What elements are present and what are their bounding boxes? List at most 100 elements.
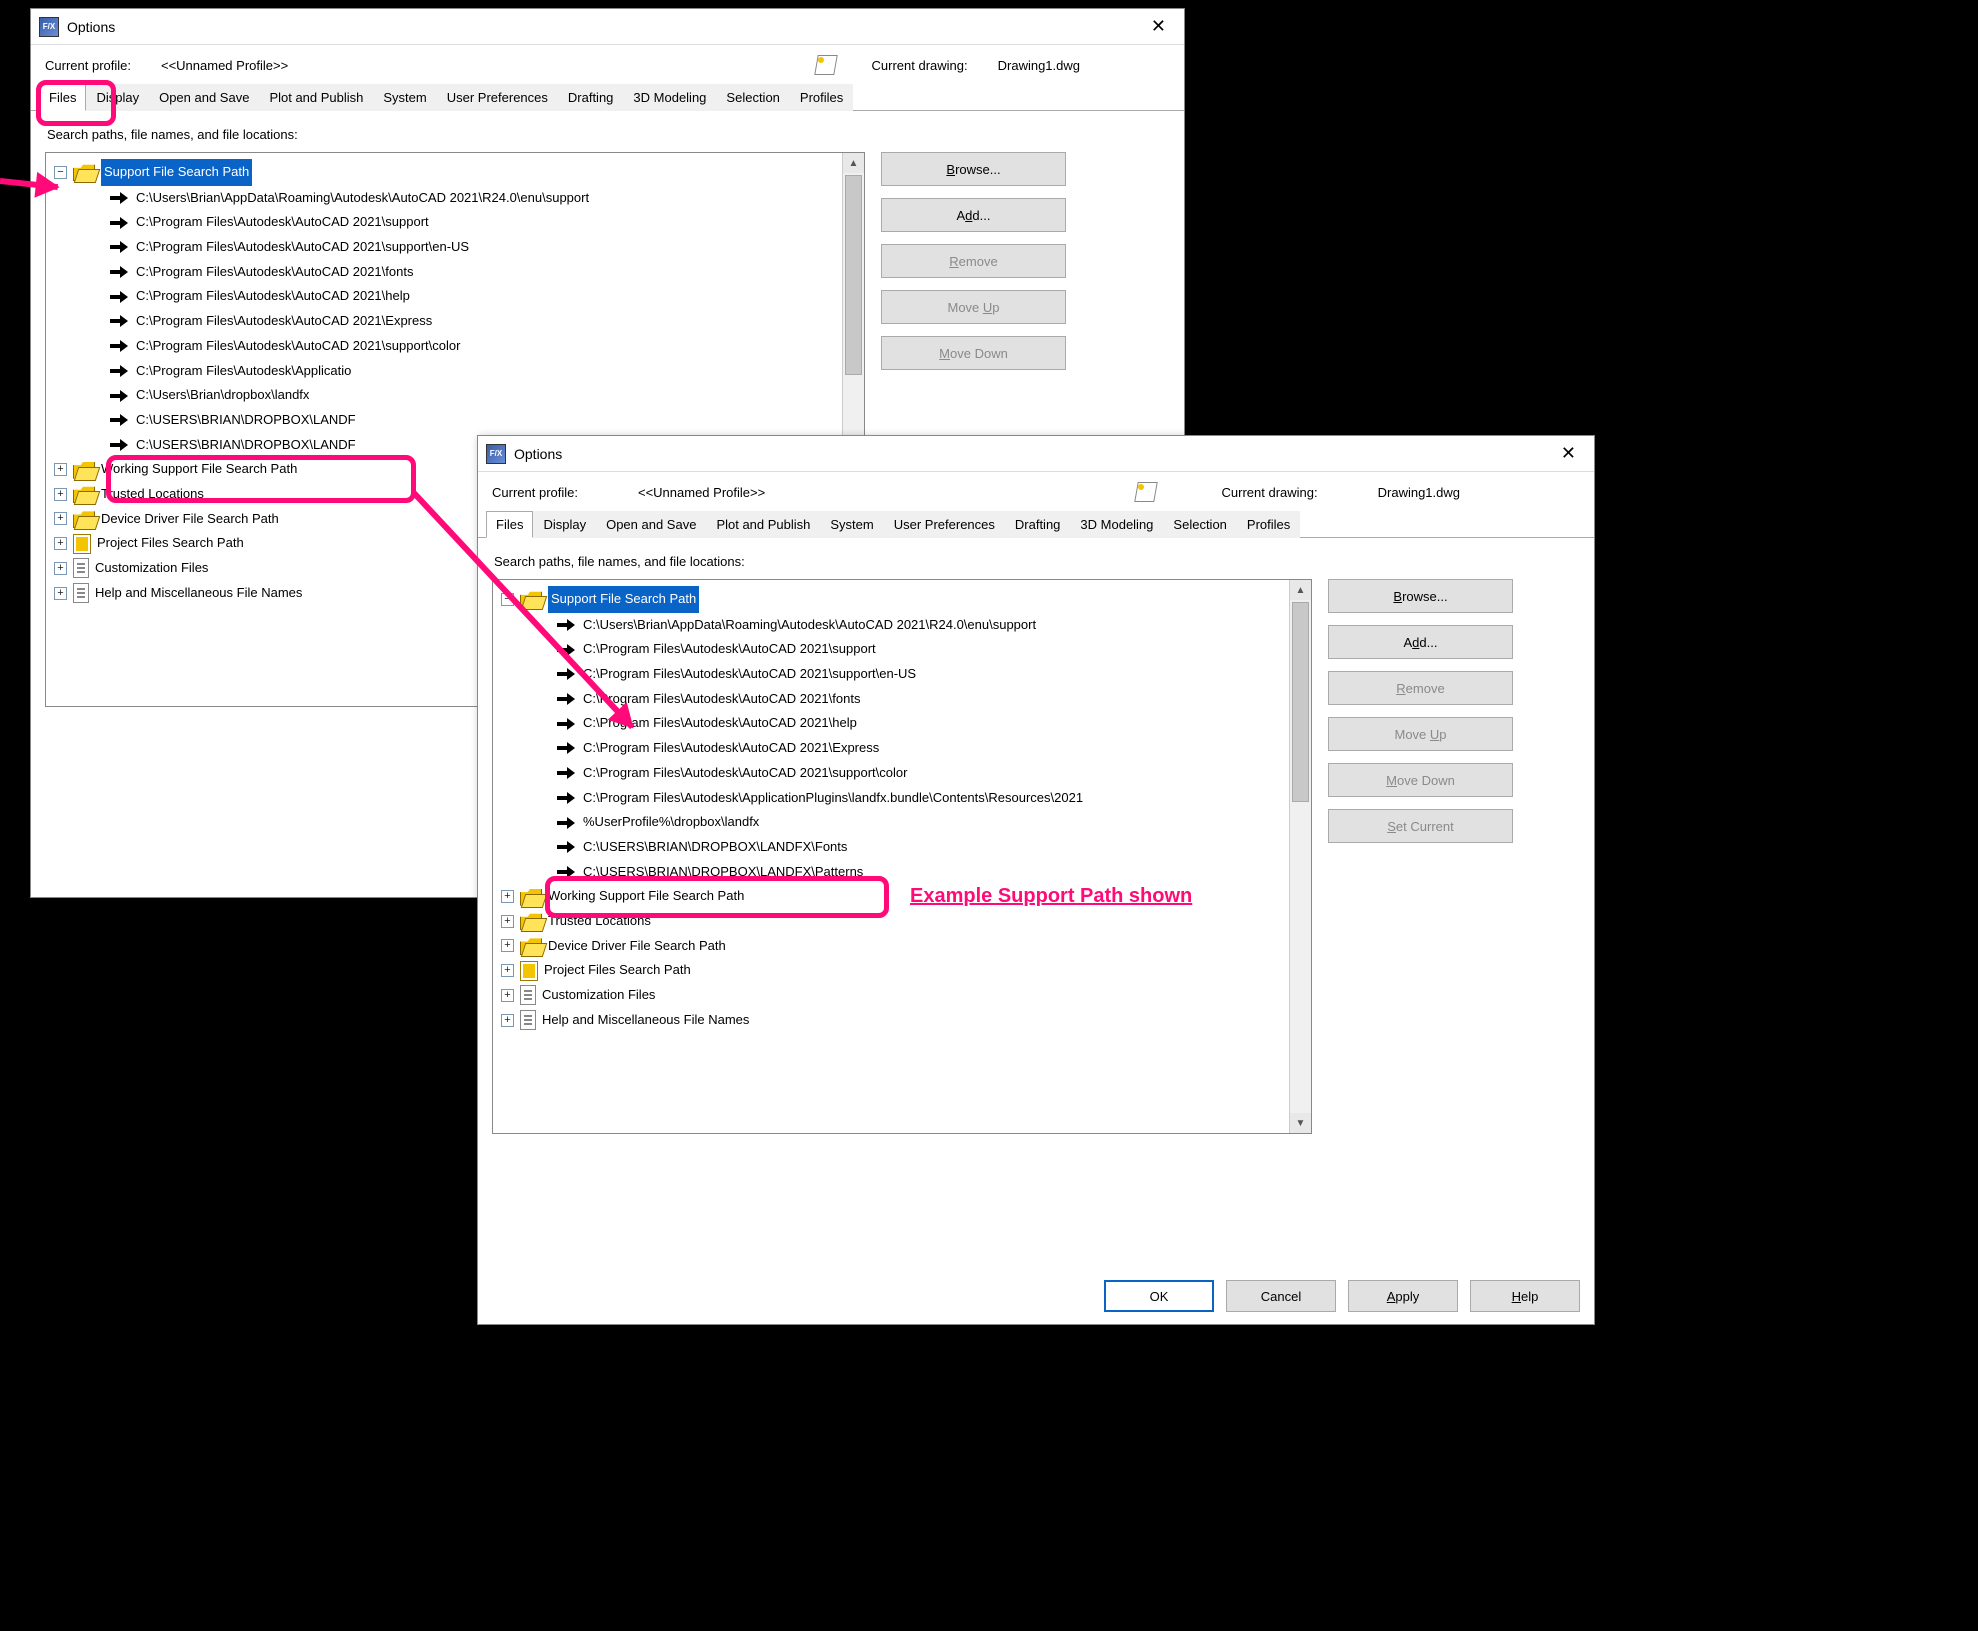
expand-icon[interactable]: + [54,512,67,525]
add-button[interactable]: Add... [1328,625,1513,659]
tree-node-label: C:\Program Files\Autodesk\ApplicationPlu… [583,786,1083,811]
tab-drafting[interactable]: Drafting [558,84,624,111]
tab-system[interactable]: System [373,84,436,111]
tree-node-sibling[interactable]: + Help and Miscellaneous File Names [497,1008,1285,1033]
tab-selection[interactable]: Selection [716,84,789,111]
tree-node-support-file-search-path[interactable]: − Support File Search Path [50,159,838,186]
remove-button[interactable]: Remove [881,244,1066,278]
expand-icon[interactable]: + [54,562,67,575]
browse-button[interactable]: Browse... [1328,579,1513,613]
tree-node-path[interactable]: C:\Users\Brian\dropbox\landfx [50,383,838,408]
drawing-icon [1136,482,1156,502]
expand-icon[interactable]: + [54,488,67,501]
tree-node-label: C:\Program Files\Autodesk\AutoCAD 2021\s… [136,210,429,235]
expand-icon[interactable]: + [501,1014,514,1027]
expand-icon[interactable]: + [54,463,67,476]
tree-node-path[interactable]: C:\Program Files\Autodesk\AutoCAD 2021\h… [50,284,838,309]
tree-node-path[interactable]: C:\Program Files\Autodesk\AutoCAD 2021\E… [497,736,1285,761]
path-icon [110,315,130,327]
tree-node-label: Help and Miscellaneous File Names [95,581,302,606]
tree-node-path[interactable]: C:\Program Files\Autodesk\AutoCAD 2021\f… [50,260,838,285]
tree-node-path[interactable]: C:\Program Files\Autodesk\AutoCAD 2021\s… [50,210,838,235]
tree-node-path[interactable]: C:\Program Files\Autodesk\AutoCAD 2021\s… [497,662,1285,687]
app-icon: F/X [39,17,59,37]
move-down-button[interactable]: Move Down [881,336,1066,370]
tab-display[interactable]: Display [533,511,596,538]
folder-icon [73,163,95,181]
tree-node-path[interactable]: C:\USERS\BRIAN\DROPBOX\LANDFX\Fonts [497,835,1285,860]
tab-display[interactable]: Display [86,84,149,111]
tree-node-sibling[interactable]: + Trusted Locations [497,909,1285,934]
tree-view[interactable]: − Support File Search Path C:\Users\Bria… [492,579,1312,1134]
tab-open-save[interactable]: Open and Save [596,511,706,538]
tab-profiles[interactable]: Profiles [790,84,853,111]
close-icon[interactable]: ✕ [1551,439,1586,468]
tab-user-prefs[interactable]: User Preferences [884,511,1005,538]
tree-node-path[interactable]: C:\Program Files\Autodesk\ApplicationPlu… [497,786,1285,811]
expand-icon[interactable]: + [54,587,67,600]
tree-node-sibling[interactable]: + Project Files Search Path [497,958,1285,983]
tab-3d[interactable]: 3D Modeling [623,84,716,111]
ok-button[interactable]: OK [1104,1280,1214,1312]
tab-user-prefs[interactable]: User Preferences [437,84,558,111]
tree-node-path[interactable]: C:\Program Files\Autodesk\Applicatio [50,359,838,384]
move-down-button[interactable]: Move Down [1328,763,1513,797]
browse-button[interactable]: Browse... [881,152,1066,186]
scrollbar[interactable]: ▲ ▼ [1289,580,1311,1133]
tree-node-sibling[interactable]: + Device Driver File Search Path [497,934,1285,959]
close-icon[interactable]: ✕ [1141,12,1176,41]
path-icon [110,439,130,451]
scroll-thumb[interactable] [845,175,862,375]
tree-node-path[interactable]: C:\Users\Brian\AppData\Roaming\Autodesk\… [497,613,1285,638]
titlebar[interactable]: F/X Options ✕ [478,436,1594,472]
tree-node-path[interactable]: C:\Users\Brian\AppData\Roaming\Autodesk\… [50,186,838,211]
path-icon [557,619,577,631]
expand-icon[interactable]: + [501,915,514,928]
tree-node-path[interactable]: %UserProfile%\dropbox\landfx [497,810,1285,835]
tree-node-path[interactable]: C:\Program Files\Autodesk\AutoCAD 2021\s… [497,761,1285,786]
tab-files[interactable]: Files [486,511,533,538]
cancel-button[interactable]: Cancel [1226,1280,1336,1312]
scroll-down-icon[interactable]: ▼ [1290,1113,1311,1133]
scroll-up-icon[interactable]: ▲ [843,153,864,173]
scroll-up-icon[interactable]: ▲ [1290,580,1311,600]
tree-node-support-file-search-path[interactable]: − Support File Search Path [497,586,1285,613]
tree-node-path[interactable]: C:\Program Files\Autodesk\AutoCAD 2021\s… [497,637,1285,662]
tree-node-label: C:\Program Files\Autodesk\AutoCAD 2021\f… [136,260,413,285]
titlebar[interactable]: F/X Options ✕ [31,9,1184,45]
tab-profiles[interactable]: Profiles [1237,511,1300,538]
tab-files[interactable]: Files [39,84,86,111]
scroll-thumb[interactable] [1292,602,1309,802]
tab-plot-publish[interactable]: Plot and Publish [706,511,820,538]
apply-button[interactable]: Apply [1348,1280,1458,1312]
move-up-button[interactable]: Move Up [1328,717,1513,751]
expand-icon[interactable]: + [501,890,514,903]
tree-node-path[interactable]: C:\USERS\BRIAN\DROPBOX\LANDFX\Patterns [497,860,1285,885]
help-button[interactable]: Help [1470,1280,1580,1312]
tab-3d[interactable]: 3D Modeling [1070,511,1163,538]
expand-icon[interactable]: + [501,964,514,977]
tab-selection[interactable]: Selection [1163,511,1236,538]
tab-open-save[interactable]: Open and Save [149,84,259,111]
folder-icon [73,485,95,503]
expand-icon[interactable]: + [501,989,514,1002]
tab-system[interactable]: System [820,511,883,538]
remove-button[interactable]: Remove [1328,671,1513,705]
tree-node-label: Project Files Search Path [544,958,691,983]
tree-node-path[interactable]: C:\Program Files\Autodesk\AutoCAD 2021\s… [50,334,838,359]
tab-plot-publish[interactable]: Plot and Publish [259,84,373,111]
tree-node-sibling[interactable]: + Customization Files [497,983,1285,1008]
expand-icon[interactable]: + [54,537,67,550]
set-current-button[interactable]: Set Current [1328,809,1513,843]
tabs: Files Display Open and Save Plot and Pub… [31,81,1184,111]
tree-node-path[interactable]: C:\Program Files\Autodesk\AutoCAD 2021\E… [50,309,838,334]
drawing-label: Current drawing: [1222,485,1318,500]
move-up-button[interactable]: Move Up [881,290,1066,324]
tree-node-label: C:\Users\Brian\AppData\Roaming\Autodesk\… [136,186,589,211]
tree-node-label: C:\Program Files\Autodesk\AutoCAD 2021\s… [136,235,469,260]
add-button[interactable]: Add... [881,198,1066,232]
tree-node-path[interactable]: C:\USERS\BRIAN\DROPBOX\LANDF [50,408,838,433]
tab-drafting[interactable]: Drafting [1005,511,1071,538]
expand-icon[interactable]: + [501,939,514,952]
tree-node-path[interactable]: C:\Program Files\Autodesk\AutoCAD 2021\s… [50,235,838,260]
